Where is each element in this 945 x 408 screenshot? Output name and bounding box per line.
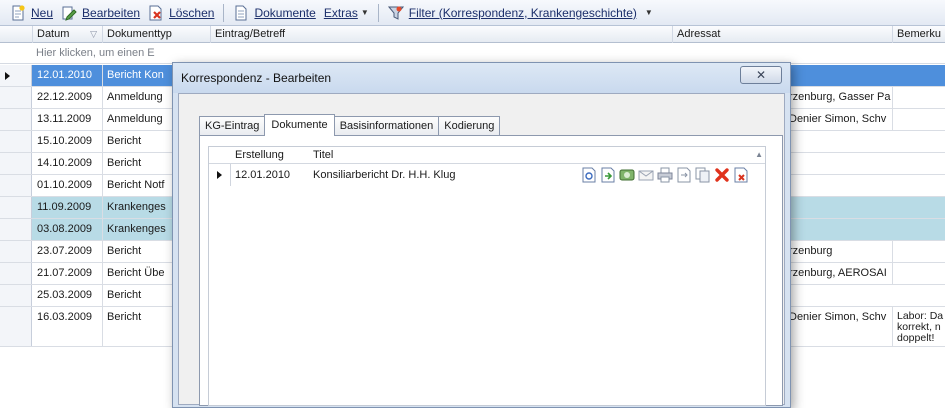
new-document-icon (10, 4, 26, 21)
cell-erstellung: 12.01.2010 (235, 169, 291, 181)
toolbar-separator (223, 3, 225, 22)
dialog-title-bar[interactable]: Korrespondenz - Bearbeiten ✕ (173, 63, 790, 93)
extras-button-label: Extras (323, 5, 358, 20)
grid-header-indicator (0, 26, 33, 43)
cell-adressat: Denier Simon, Schv (785, 307, 893, 346)
cell-note (893, 65, 945, 86)
chevron-down-icon: ▼ (360, 8, 369, 17)
cell-date: 22.12.2009 (33, 87, 103, 108)
new-row-text: Hier klicken, um einen E (36, 47, 155, 59)
cell-adressat: rzenburg, AEROSAI (785, 263, 893, 284)
row-indicator (0, 65, 32, 86)
filter-icon[interactable]: ▽ (90, 26, 97, 42)
row-indicator (0, 197, 32, 218)
cell-date: 23.07.2009 (33, 241, 103, 262)
tab-basisinformationen[interactable]: Basisinformationen (333, 116, 440, 136)
tab-kg-eintrag[interactable]: KG-Eintrag (199, 116, 266, 136)
document-row[interactable]: 12.01.2010 Konsiliarbericht Dr. H.H. Klu… (209, 164, 765, 186)
tab-page-dokumente: Erstellung Titel ▲ 12.01.2010 Konsiliarb… (199, 135, 783, 406)
documents-button[interactable]: Dokumente (229, 2, 319, 24)
cell-date: 01.10.2009 (33, 175, 103, 196)
tab-kodierung[interactable]: Kodierung (438, 116, 501, 136)
row-indicator (0, 219, 32, 240)
delete-red-x-icon[interactable] (714, 167, 730, 183)
export-document-icon[interactable] (676, 167, 692, 183)
toolbar-separator (377, 3, 379, 22)
tab-dokumente[interactable]: Dokumente (264, 114, 335, 136)
cell-date: 15.10.2009 (33, 131, 103, 152)
new-button-label: Neu (31, 5, 54, 20)
row-indicator (0, 263, 32, 284)
column-header-datum-label: Datum (37, 28, 70, 40)
extras-menu-button[interactable]: Extras ▼ (320, 2, 373, 24)
view-document-icon[interactable] (581, 167, 597, 183)
documents-grid: Erstellung Titel ▲ 12.01.2010 Konsiliarb… (208, 146, 766, 406)
mail-envelope-icon[interactable] (638, 167, 654, 183)
delete-document-icon (148, 5, 164, 21)
edit-pencil-icon (61, 5, 77, 21)
column-header-erstellung[interactable]: Erstellung (235, 147, 284, 164)
new-button[interactable]: Neu (6, 2, 57, 24)
column-header-titel[interactable]: Titel (313, 147, 333, 164)
documents-icon (233, 5, 249, 21)
edit-correspondence-dialog: Korrespondenz - Bearbeiten ✕ KG-Eintrag … (172, 62, 791, 408)
row-indicator (209, 164, 231, 186)
cell-date: 25.03.2009 (33, 285, 103, 306)
documents-button-label: Dokumente (254, 5, 316, 20)
scroll-up-arrow-icon[interactable]: ▲ (755, 150, 763, 159)
cell-adressat: rzenburg, Gasser Pa (785, 87, 893, 108)
row-indicator (0, 307, 32, 346)
delete-button[interactable]: Löschen (144, 2, 218, 24)
column-header-adressat[interactable]: Adressat (673, 26, 893, 43)
column-header-eintrag[interactable]: Eintrag/Betreff (211, 26, 673, 43)
row-indicator (0, 153, 32, 174)
column-header-bemerkung[interactable]: Bemerku (893, 26, 945, 43)
close-icon: ✕ (755, 68, 767, 82)
cell-date: 11.09.2009 (33, 197, 103, 218)
filter-button[interactable]: Filter (Korrespondenz, Krankengeschichte… (384, 2, 657, 24)
document-actions (581, 167, 752, 185)
row-indicator (0, 109, 32, 130)
open-document-icon[interactable] (600, 167, 616, 183)
current-row-arrow-icon (217, 171, 222, 179)
column-header-dokumenttyp[interactable]: Dokumenttyp (103, 26, 211, 43)
dialog-body: KG-Eintrag Dokumente Basisinformationen … (178, 93, 785, 406)
row-indicator (0, 285, 32, 306)
cell-adressat: rzenburg (785, 241, 893, 262)
documents-grid-header: Erstellung Titel ▲ (209, 147, 765, 164)
main-toolbar: Neu Bearbeiten Löschen Dokumente Extras … (0, 0, 945, 26)
dialog-title: Korrespondenz - Bearbeiten (181, 71, 332, 85)
delete-button-label: Löschen (169, 5, 215, 20)
row-indicator (0, 87, 32, 108)
print-icon[interactable] (657, 167, 673, 183)
row-indicator (0, 241, 32, 262)
dialog-tabs: KG-Eintrag Dokumente Basisinformationen … (199, 114, 501, 136)
chevron-down-icon: ▼ (644, 8, 653, 17)
column-header-datum[interactable]: Datum ▽ (33, 26, 103, 43)
cell-date: 12.01.2010 (33, 65, 103, 86)
cell-titel: Konsiliarbericht Dr. H.H. Klug (313, 169, 456, 181)
cell-adressat: Denier Simon, Schv (785, 109, 893, 130)
cell-date: 03.08.2009 (33, 219, 103, 240)
edit-button[interactable]: Bearbeiten (57, 2, 144, 24)
filter-button-label: Filter (Korrespondenz, Krankengeschichte… (408, 5, 637, 20)
current-row-arrow-icon (5, 72, 10, 80)
delete-document-icon[interactable] (733, 167, 749, 183)
grid-header: Datum ▽ Dokumenttyp Eintrag/Betreff Adre… (0, 26, 945, 43)
filter-funnel-icon (387, 5, 404, 21)
row-indicator (0, 175, 32, 196)
copy-document-icon[interactable] (695, 167, 711, 183)
edit-button-label: Bearbeiten (82, 5, 141, 20)
cell-date: 13.11.2009 (33, 109, 103, 130)
cell-date: 16.03.2009 (33, 307, 103, 346)
row-indicator (0, 131, 32, 152)
cell-date: 21.07.2009 (33, 263, 103, 284)
dialog-close-button[interactable]: ✕ (740, 66, 782, 84)
new-row-placeholder[interactable]: Hier klicken, um einen E (0, 43, 945, 64)
scan-document-icon[interactable] (619, 167, 635, 183)
cell-note: Labor: Da korrekt, n doppelt! (897, 310, 944, 344)
cell-date: 14.10.2009 (33, 153, 103, 174)
